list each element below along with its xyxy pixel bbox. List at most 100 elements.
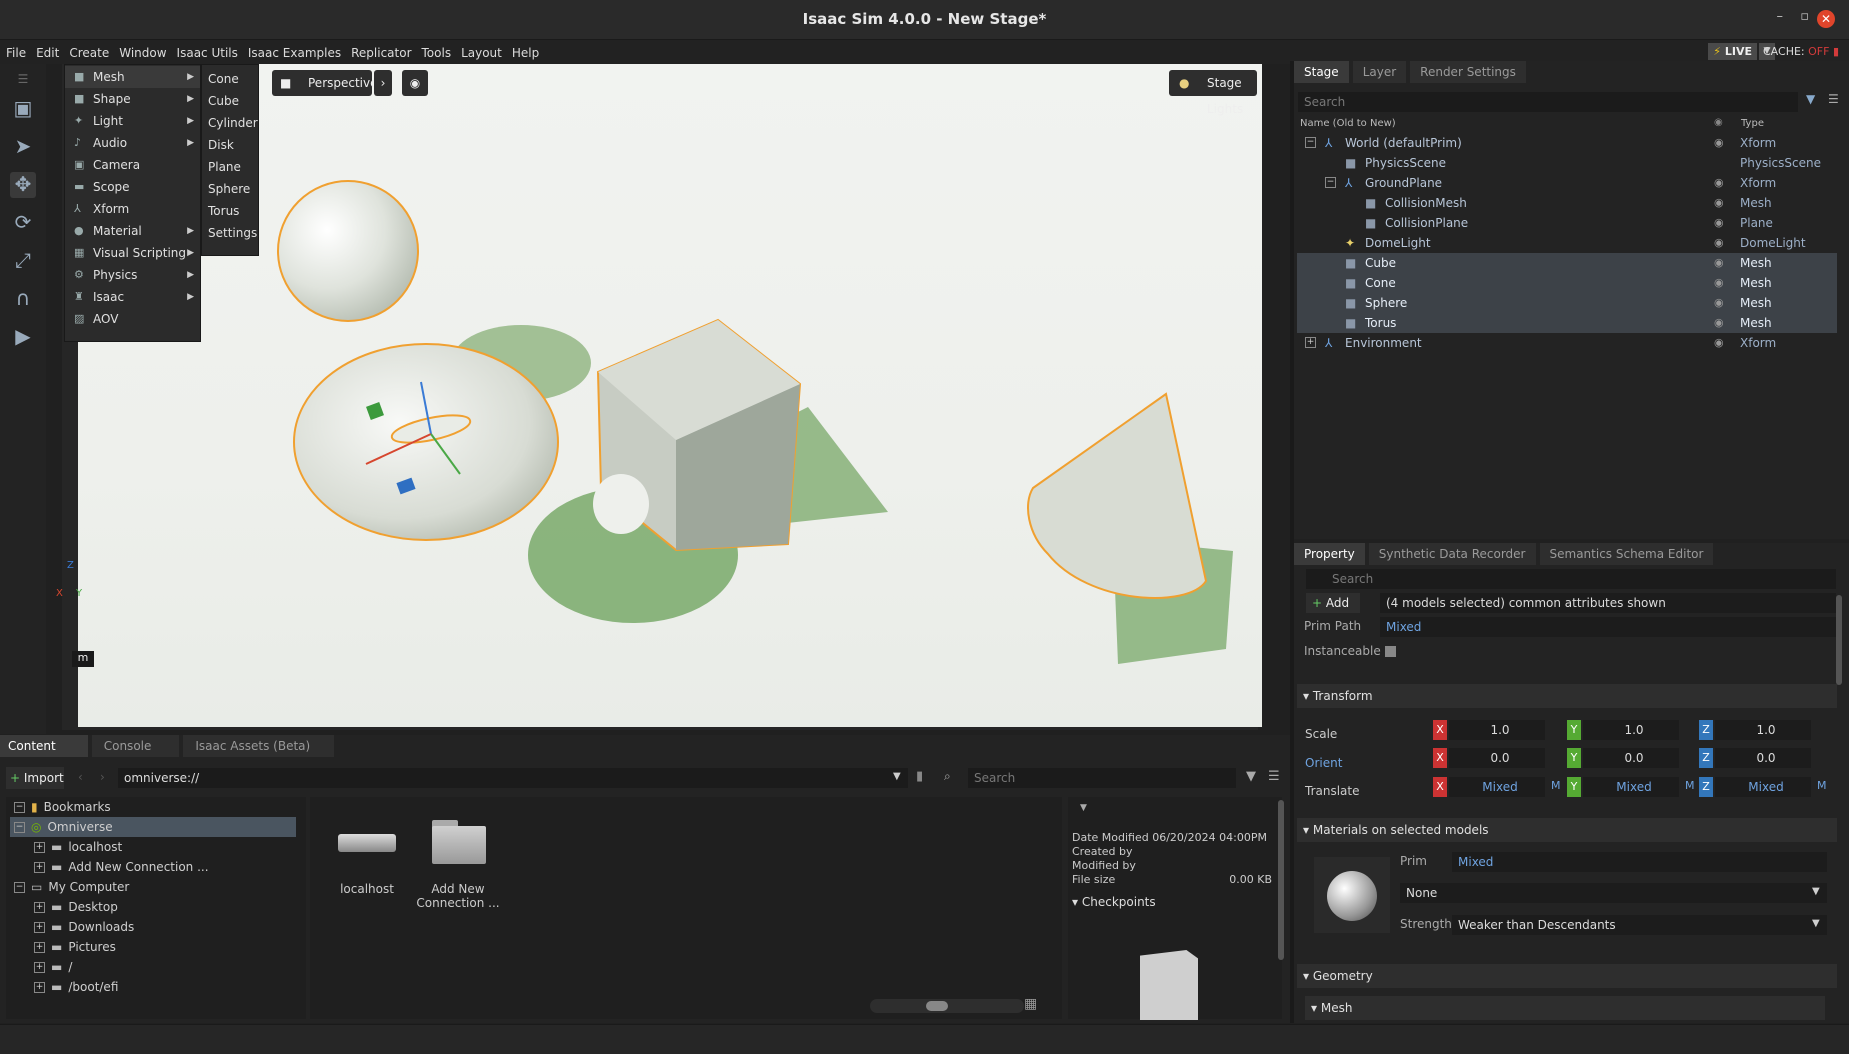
- close-icon[interactable]: ✕: [1817, 10, 1835, 28]
- menu-tools[interactable]: Tools: [416, 40, 456, 60]
- visibility-icon[interactable]: ◉: [1714, 133, 1724, 153]
- content-tree-item-[interactable]: + ▬ /: [10, 957, 296, 977]
- mesh-submenu-item-torus[interactable]: Torus: [202, 200, 258, 222]
- move-icon[interactable]: ✥: [10, 172, 36, 198]
- visibility-icon[interactable]: ◉: [1714, 193, 1724, 213]
- scale-icon[interactable]: ⤢: [10, 248, 36, 274]
- snap-icon[interactable]: ∩: [10, 286, 36, 312]
- column-name-header[interactable]: Name (Old to New): [1300, 118, 1396, 129]
- stage-row-sphere[interactable]: ■ Sphere ◉ Mesh: [1297, 293, 1837, 313]
- expand-icon[interactable]: +: [34, 922, 45, 933]
- render-mode-icon[interactable]: ◉: [402, 70, 428, 96]
- content-tree-item-boot-efi[interactable]: + ▬ /boot/efi: [10, 977, 296, 997]
- visibility-icon[interactable]: ◉: [1714, 173, 1724, 193]
- orient-label[interactable]: Orient: [1305, 756, 1342, 770]
- create-menu-item-mesh[interactable]: ■ Mesh ▶: [65, 66, 200, 88]
- property-scrollbar[interactable]: [1836, 595, 1842, 685]
- stage-row-collisionmesh[interactable]: ■ CollisionMesh ◉ Mesh: [1297, 193, 1837, 213]
- mesh-submenu-item-cone[interactable]: Cone: [202, 68, 258, 90]
- menu-icon[interactable]: ☰: [1828, 92, 1839, 106]
- expand-icon[interactable]: +: [34, 842, 45, 853]
- tab-stage[interactable]: Stage: [1294, 61, 1349, 83]
- content-tree-item-omniverse[interactable]: − ◎ Omniverse: [10, 817, 296, 837]
- create-menu-item-scope[interactable]: ▬ Scope: [65, 176, 200, 198]
- visibility-icon[interactable]: ◉: [1714, 333, 1724, 353]
- mesh-submenu-item-sphere[interactable]: Sphere: [202, 178, 258, 200]
- bookmark-icon[interactable]: ▮: [916, 769, 923, 784]
- collapse-icon[interactable]: −: [14, 822, 25, 833]
- create-menu-item-material[interactable]: ● Material ▶: [65, 220, 200, 242]
- zoom-slider[interactable]: [870, 999, 1024, 1013]
- stage-row-world-defaultprim[interactable]: − ⅄ World (defaultPrim) ◉ Xform: [1297, 133, 1837, 153]
- content-tree-item-localhost[interactable]: + ▬ localhost: [10, 837, 296, 857]
- prim-path-field[interactable]: Mixed: [1380, 617, 1836, 637]
- content-tree-item-bookmarks[interactable]: − ▮ Bookmarks: [10, 797, 296, 817]
- create-menu-item-isaac[interactable]: ♜ Isaac ▶: [65, 286, 200, 308]
- tab-semantics-schema-editor[interactable]: Semantics Schema Editor: [1539, 543, 1714, 565]
- menu-file[interactable]: File: [0, 40, 30, 60]
- folder-icon[interactable]: [428, 816, 488, 866]
- stage-search-input[interactable]: Search: [1298, 92, 1798, 112]
- live-button[interactable]: ⚡ LIVE: [1708, 43, 1757, 60]
- translate-y-field[interactable]: Mixed: [1583, 777, 1679, 797]
- add-button[interactable]: + Add: [1306, 593, 1360, 613]
- import-button[interactable]: + Import: [6, 767, 64, 789]
- stage-lights-button[interactable]: ● Stage Lights: [1169, 70, 1257, 116]
- orient-z-field[interactable]: 0.0: [1715, 748, 1811, 768]
- stage-row-groundplane[interactable]: − ⅄ GroundPlane ◉ Xform: [1297, 173, 1837, 193]
- play-icon[interactable]: ▶: [10, 324, 36, 350]
- tab-layer[interactable]: Layer: [1352, 61, 1407, 83]
- select-arrow-icon[interactable]: ➤: [10, 134, 36, 160]
- expand-icon[interactable]: +: [34, 902, 45, 913]
- content-tree-item-add-new-connection[interactable]: + ▬ Add New Connection ...: [10, 857, 296, 877]
- visibility-icon[interactable]: ◉: [1714, 273, 1724, 293]
- stage-row-environment[interactable]: + ⅄ Environment ◉ Xform: [1297, 333, 1837, 353]
- orient-y-field[interactable]: 0.0: [1583, 748, 1679, 768]
- material-select[interactable]: None: [1400, 883, 1827, 903]
- visibility-icon[interactable]: ◉: [1714, 213, 1724, 233]
- content-tree-item-desktop[interactable]: + ▬ Desktop: [10, 897, 296, 917]
- mesh-submenu-item-cylinder[interactable]: Cylinder: [202, 112, 258, 134]
- collapse-icon[interactable]: −: [1325, 177, 1336, 188]
- stage-row-domelight[interactable]: ✦ DomeLight ◉ DomeLight: [1297, 233, 1837, 253]
- translate-x-field[interactable]: Mixed: [1449, 777, 1545, 797]
- visibility-icon[interactable]: ◉: [1714, 233, 1724, 253]
- mesh-submenu-item-cube[interactable]: Cube: [202, 90, 258, 112]
- scale-z-field[interactable]: 1.0: [1715, 720, 1811, 740]
- content-tree-item-downloads[interactable]: + ▬ Downloads: [10, 917, 296, 937]
- scale-y-field[interactable]: 1.0: [1583, 720, 1679, 740]
- tab-console[interactable]: Console: [91, 735, 180, 757]
- tab-property[interactable]: Property: [1294, 543, 1365, 565]
- menu-layout[interactable]: Layout: [455, 40, 506, 60]
- collapse-icon[interactable]: −: [14, 882, 25, 893]
- scale-x-field[interactable]: 1.0: [1449, 720, 1545, 740]
- mesh-submenu-item-settings[interactable]: Settings: [202, 222, 258, 244]
- cache-status[interactable]: CACHE: OFF ▮: [1763, 45, 1839, 58]
- back-icon[interactable]: ‹: [78, 770, 83, 784]
- path-input[interactable]: omniverse://: [118, 768, 908, 788]
- expand-icon[interactable]: +: [34, 982, 45, 993]
- mesh-submenu-item-plane[interactable]: Plane: [202, 156, 258, 178]
- mesh-submenu-item-disk[interactable]: Disk: [202, 134, 258, 156]
- menu-window[interactable]: Window: [113, 40, 170, 60]
- material-prim-field[interactable]: Mixed: [1452, 852, 1827, 872]
- mesh-section[interactable]: ▾ Mesh: [1305, 996, 1825, 1020]
- tab-isaac-assets[interactable]: Isaac Assets (Beta): [183, 735, 335, 757]
- menu-help[interactable]: Help: [506, 40, 543, 60]
- camera-button[interactable]: ■ Perspective: [272, 70, 378, 96]
- collapse-icon[interactable]: −: [1305, 137, 1316, 148]
- rotate-icon[interactable]: ⟳: [10, 210, 36, 236]
- materials-section[interactable]: ▾ Materials on selected models: [1297, 818, 1837, 842]
- orient-x-field[interactable]: 0.0: [1449, 748, 1545, 768]
- filter-icon[interactable]: ▼: [1246, 769, 1256, 784]
- content-tree-item-my-computer[interactable]: − ▭ My Computer: [10, 877, 296, 897]
- create-menu-item-camera[interactable]: ▣ Camera: [65, 154, 200, 176]
- add-connection-item-label[interactable]: Add New Connection ...: [412, 882, 504, 910]
- grid-view-icon[interactable]: ▦: [1024, 996, 1037, 1012]
- geometry-section[interactable]: ▾ Geometry: [1297, 964, 1837, 988]
- create-menu-item-aov[interactable]: ▨ AOV: [65, 308, 200, 330]
- content-search-input[interactable]: Search: [968, 768, 1236, 788]
- create-menu-item-audio[interactable]: ♪ Audio ▶: [65, 132, 200, 154]
- server-icon[interactable]: [336, 820, 400, 860]
- tab-render-settings[interactable]: Render Settings: [1410, 61, 1526, 83]
